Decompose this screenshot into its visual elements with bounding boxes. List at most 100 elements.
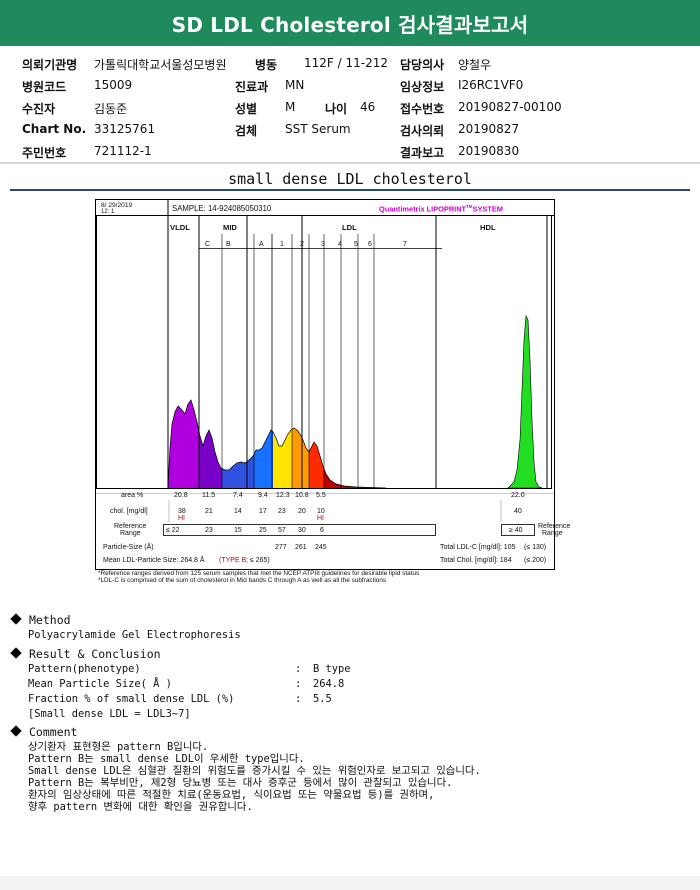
band-label: 3	[321, 241, 325, 248]
ref-value: ≤ 22	[166, 527, 180, 534]
area-value: 5.5	[316, 492, 326, 499]
label-department: 진료과	[235, 80, 269, 94]
value-receipt-no: 20190827-00100	[458, 100, 562, 114]
value-specimen: SST Serum	[285, 122, 351, 136]
band-label: 2	[300, 241, 304, 248]
label-request-date: 검사의뢰	[400, 124, 445, 138]
result-key: Mean Particle Size( Å )	[28, 678, 172, 690]
band-label: 4	[338, 241, 342, 248]
result-value: 264.8	[313, 678, 345, 690]
group-mid: MID	[223, 223, 237, 232]
report-time: 12: 1	[101, 209, 115, 215]
chol-label: chol. [mg/dl]	[110, 508, 148, 515]
total-ldl-range: (≤ 130)	[524, 544, 547, 551]
type-b-range: ; ≤ 265)	[246, 557, 270, 564]
value-patient: 김동준	[94, 102, 128, 116]
diamond-bullet-icon	[10, 647, 22, 659]
value-id-number: 721112-1	[94, 144, 152, 158]
patient-info: 의뢰기관명 가톨릭대학교서울성모병원 병동 112F / 11-212 담당의사…	[22, 53, 692, 163]
comment-line: Pattern B는 복부비만, 제2형 당뇨병 또는 대사 증후군 등에서 많…	[28, 777, 453, 789]
info-row: 의뢰기관명 가톨릭대학교서울성모병원 병동 112F / 11-212 담당의사…	[22, 53, 692, 75]
total-ldl: Total LDL-C [mg/dl]: 105	[440, 544, 516, 551]
band-label: 1	[280, 241, 284, 248]
ref-value: 25	[259, 527, 267, 534]
ref-hdl: ≥ 40	[509, 527, 523, 534]
area-value: 10.8	[295, 492, 309, 499]
report-header: SD LDL Cholesterol 검사결과보고서	[0, 0, 700, 46]
value-department: MN	[285, 78, 305, 92]
comment-line: 향후 pattern 변화에 대한 확인을 권유합니다.	[28, 801, 253, 813]
value-report-date: 20190830	[458, 144, 520, 158]
brand-suffix: SYSTEM	[472, 204, 503, 214]
band-label: B	[226, 241, 231, 248]
comment-line: Small dense LDL은 심혈관 질환의 위험도를 증가시킬 수 있는 …	[28, 765, 481, 777]
area-hdl: 22.0	[511, 492, 525, 499]
peak-band	[199, 430, 222, 488]
label-chart-no: Chart No.	[22, 122, 87, 136]
brand-name: Quantimetrix LIPOPRINTTMSYSTEM	[379, 204, 503, 213]
value-ward: 112F / 11-212	[304, 56, 388, 70]
hdl-peak	[507, 314, 543, 489]
report-date: 8/ 29/2019	[101, 202, 133, 209]
total-chol-range: (≤ 200)	[524, 557, 547, 564]
label-doctor: 담당의사	[400, 58, 445, 72]
diamond-bullet-icon	[10, 725, 22, 737]
lipoprint-report: 8/ 29/2019 12: 1 SAMPLE: 14-924085050310…	[95, 199, 570, 570]
label-ward: 병동	[255, 58, 278, 72]
total-chol: Total Chol. [mg/dl]: 184	[440, 557, 512, 564]
type-b: (TYPE B	[219, 557, 247, 564]
result-key: Pattern(phenotype)	[28, 663, 141, 675]
value-request-date: 20190827	[458, 122, 520, 136]
area-value: 20.8	[174, 492, 188, 499]
value-chart-no: 33125761	[94, 122, 156, 136]
footnote: *Reference ranges derived from 125 serum…	[98, 570, 420, 585]
peak-band	[254, 430, 273, 488]
ref-right-label: Reference	[538, 523, 571, 530]
label-age: 나이	[325, 102, 348, 116]
result-value: B type	[313, 663, 351, 675]
bottom-bar	[0, 876, 700, 890]
chol-value: 38	[178, 508, 186, 515]
band-label: A	[259, 241, 264, 248]
band-label: 5	[354, 241, 358, 248]
info-row: 병원코드 15009 진료과 MN 임상정보 I26RC1VF0	[22, 75, 692, 97]
label-report-date: 결과보고	[400, 146, 445, 160]
group-vldl: VLDL	[170, 223, 190, 232]
label-patient: 수진자	[22, 102, 56, 116]
area-value: 7.4	[233, 492, 243, 499]
sample-id: SAMPLE: 14-924085050310	[172, 204, 272, 213]
label-specimen: 검체	[235, 124, 258, 138]
lipoprint-chart	[96, 200, 554, 536]
result-heading-text: Result & Conclusion	[29, 647, 161, 661]
ref-value: 30	[298, 527, 306, 534]
comment-heading: Comment	[10, 725, 77, 739]
chol-value: 10	[317, 508, 325, 515]
result-colon: :	[295, 663, 302, 675]
peak-band	[222, 454, 254, 488]
chol-value: 17	[259, 508, 267, 515]
comment-heading-text: Comment	[29, 725, 78, 739]
value-sex: M	[285, 100, 296, 114]
brand-text: Quantimetrix LIPOPRINT	[379, 204, 467, 214]
result-colon: :	[295, 693, 302, 705]
method-heading: Method	[10, 613, 71, 627]
area-label: area %	[121, 492, 144, 499]
result-heading: Result & Conclusion	[10, 647, 161, 661]
diamond-bullet-icon	[10, 613, 22, 625]
mean-particle-size: Mean LDL-Particle Size: 264.8 Å	[103, 557, 205, 564]
area-value: 9.4	[258, 492, 268, 499]
method-text: Polyacrylamide Gel Electrophoresis	[28, 629, 241, 641]
hi-flag: HI	[178, 515, 185, 522]
ref-right-label: Range	[542, 530, 563, 537]
section-title: small dense LDL cholesterol	[228, 170, 472, 188]
label-hospital-code: 병원코드	[22, 80, 67, 94]
comment-line: 상기환자 표현형은 pattern B입니다.	[28, 741, 209, 753]
label-id-number: 주민번호	[22, 146, 67, 160]
chol-hdl: 40	[514, 508, 522, 515]
ref-value: 57	[278, 527, 286, 534]
chol-value: 20	[298, 508, 306, 515]
particle-value: 261	[295, 544, 307, 551]
hi-flag: HI	[317, 515, 324, 522]
method-heading-text: Method	[29, 613, 71, 627]
group-hdl: HDL	[480, 223, 496, 232]
